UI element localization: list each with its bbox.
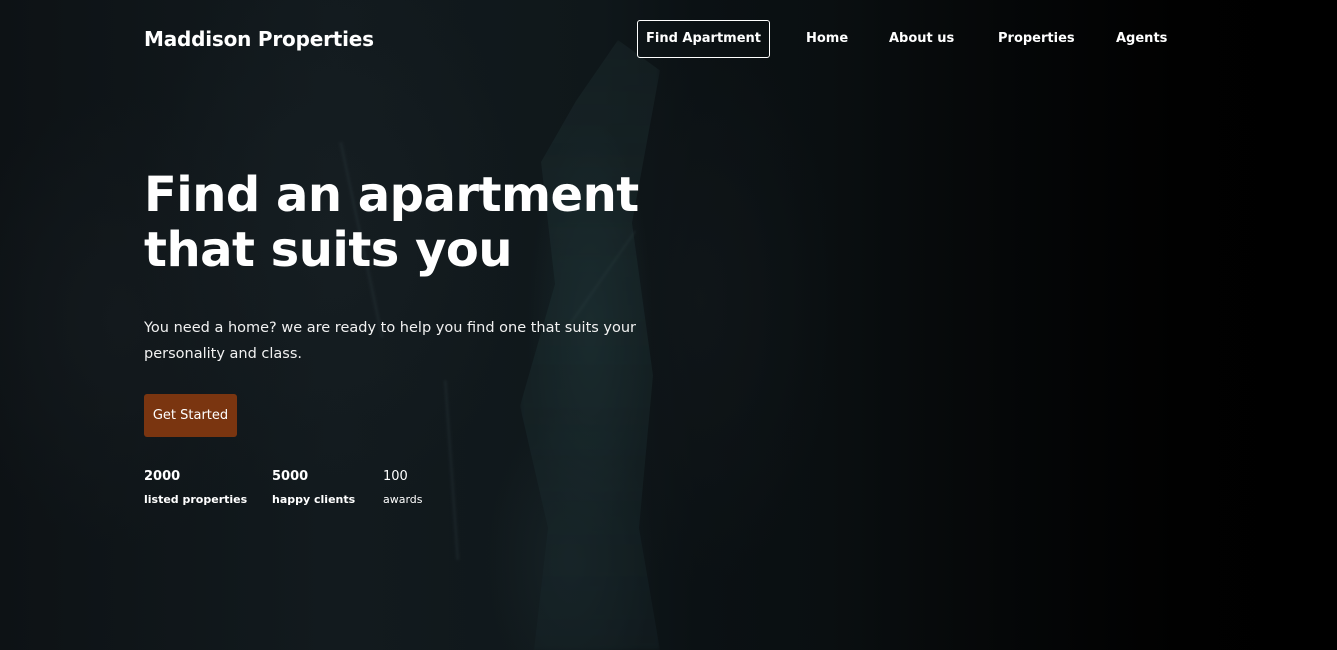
stat-label: awards: [383, 493, 423, 506]
stat-value: 2000: [144, 469, 181, 484]
hero-title: Find an apartment that suits you: [144, 168, 684, 278]
stat-label: happy clients: [272, 493, 356, 506]
nav-link-about-us[interactable]: About us: [889, 20, 954, 58]
stat-listed-properties: 2000 listed properties: [144, 468, 247, 508]
landing-page: Maddison Properties Find Apartment Home …: [0, 0, 1337, 650]
stat-value: 100: [383, 469, 408, 484]
nav-link-home[interactable]: Home: [806, 20, 848, 58]
nav-link-agents[interactable]: Agents: [1116, 20, 1167, 58]
get-started-button[interactable]: Get Started: [144, 394, 237, 437]
stat-value: 5000: [272, 469, 309, 484]
find-apartment-button[interactable]: Find Apartment: [637, 20, 770, 58]
nav-link-properties[interactable]: Properties: [998, 20, 1075, 58]
hero-subtitle: You need a home? we are ready to help yo…: [144, 320, 637, 362]
stat-happy-clients: 5000 happy clients: [272, 468, 355, 508]
stat-label: listed properties: [144, 493, 248, 506]
stat-awards: 100 awards: [383, 468, 423, 508]
hero-title-line-2: that suits you: [144, 222, 513, 278]
hero-title-line-1: Find an apartment: [144, 167, 639, 223]
brand-logo-text[interactable]: Maddison Properties: [144, 26, 374, 52]
